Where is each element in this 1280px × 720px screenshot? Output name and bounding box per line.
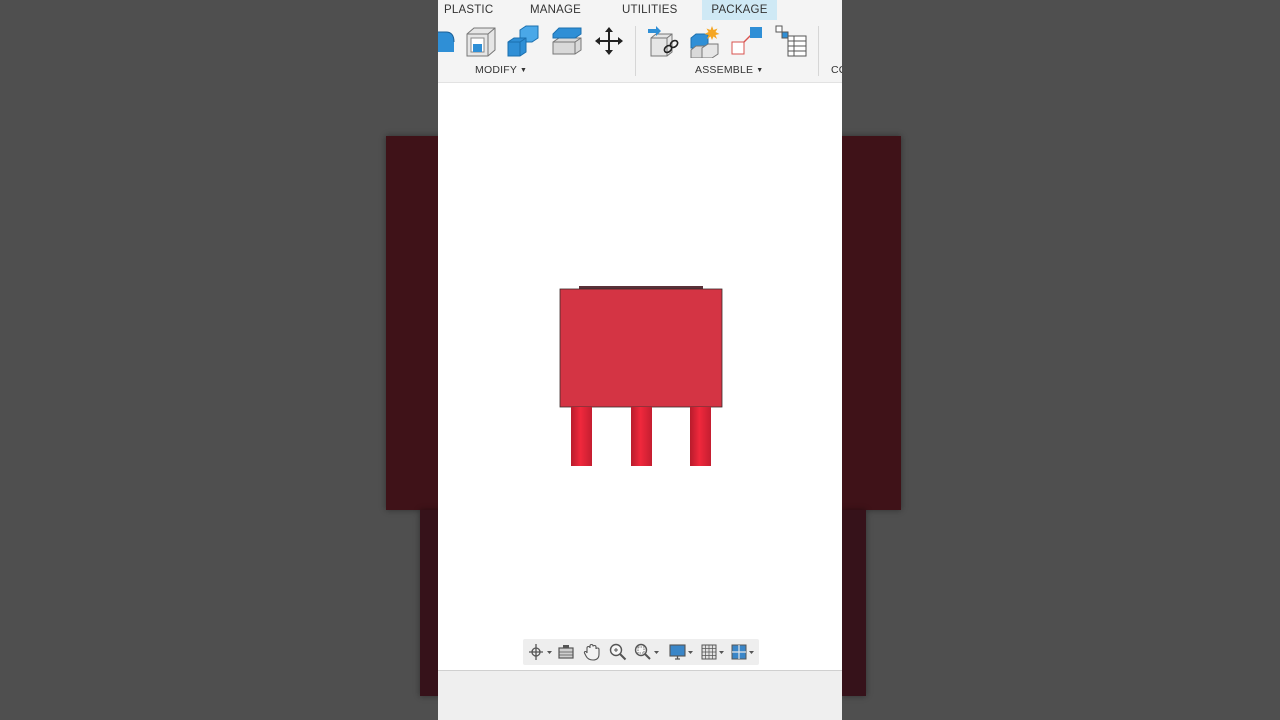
new-component-icon[interactable] — [688, 24, 720, 59]
modify-group-label[interactable]: MODIFY ▼ — [475, 64, 527, 76]
shell-icon[interactable] — [464, 24, 496, 58]
ribbon-separator — [635, 26, 636, 76]
pan-icon[interactable] — [582, 642, 602, 662]
zoom-window-icon[interactable] — [633, 642, 661, 662]
ribbon-separator — [818, 26, 819, 76]
navigation-bar — [523, 639, 759, 665]
construct-group-label[interactable]: CO — [831, 64, 842, 76]
chevron-down-icon: ▼ — [520, 67, 528, 74]
cad-window: PLASTIC MANAGE UTILITIES PACKAGE MODIFY … — [438, 0, 842, 720]
tab-package[interactable]: PACKAGE — [702, 0, 777, 20]
replace-face-icon[interactable] — [550, 24, 582, 58]
look-at-icon[interactable] — [556, 642, 576, 662]
tab-plastic[interactable]: PLASTIC — [438, 0, 499, 20]
tab-utilities[interactable]: UTILITIES — [616, 0, 683, 20]
orbit-icon[interactable] — [527, 642, 553, 662]
ribbon-toolbar: MODIFY ▼ ASSEMBLE ▼ C — [438, 20, 842, 83]
viewport-canvas[interactable] — [438, 83, 842, 670]
status-bar — [438, 670, 842, 720]
background-blur-pin-right — [842, 510, 866, 696]
joint-link-icon[interactable] — [646, 24, 679, 58]
zoom-icon[interactable] — [608, 642, 628, 662]
tab-manage[interactable]: MANAGE — [524, 0, 587, 20]
component-table-icon[interactable] — [774, 24, 807, 58]
grid-settings-icon[interactable] — [700, 642, 728, 662]
model-part[interactable] — [438, 83, 842, 483]
display-settings-icon[interactable] — [668, 642, 696, 662]
ribbon-tabs: PLASTIC MANAGE UTILITIES PACKAGE — [438, 0, 842, 20]
viewports-icon[interactable] — [730, 642, 758, 662]
move-icon[interactable] — [592, 24, 624, 58]
assemble-group-label[interactable]: ASSEMBLE ▼ — [695, 64, 763, 76]
combine-icon[interactable] — [506, 24, 539, 58]
as-built-joint-icon[interactable] — [730, 24, 762, 58]
chevron-down-icon: ▼ — [756, 67, 764, 74]
